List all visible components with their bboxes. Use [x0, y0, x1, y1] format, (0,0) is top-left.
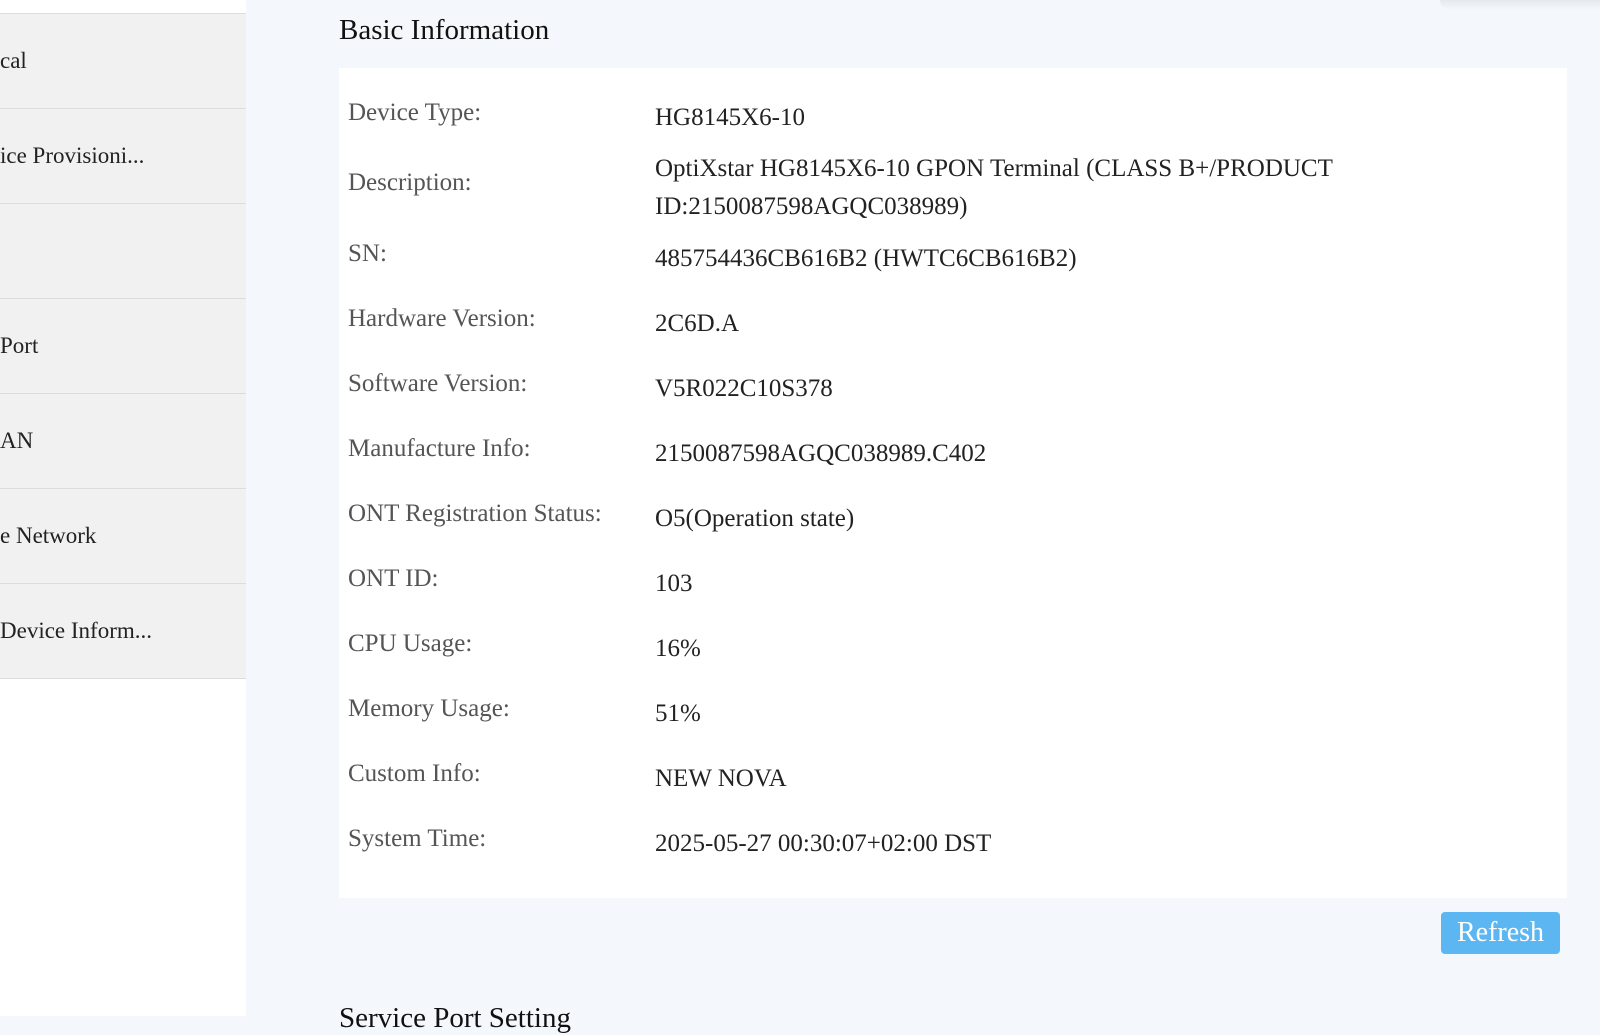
sidebar-item-blank[interactable]	[0, 204, 246, 299]
sidebar-item-label: Port	[0, 333, 39, 358]
info-label: System Time:	[348, 825, 487, 852]
info-label: Custom Info:	[348, 760, 481, 787]
info-value: HG8145X6-10	[655, 104, 805, 131]
sidebar-item-local[interactable]: cal	[0, 14, 246, 109]
sidebar-item-device-information[interactable]: Device Inform...	[0, 584, 246, 679]
info-label: ONT ID:	[348, 565, 439, 592]
refresh-button[interactable]: Refresh	[1441, 912, 1560, 954]
section-title: Basic Information	[339, 14, 550, 46]
info-label: Description:	[348, 169, 472, 196]
info-value: 51%	[655, 700, 701, 727]
info-label: CPU Usage:	[348, 630, 473, 657]
sidebar: cal ice Provisioni... Port AN e Network …	[0, 0, 246, 1016]
info-value: 16%	[655, 635, 701, 662]
info-value: V5R022C10S378	[655, 375, 833, 402]
sidebar-item-label: AN	[0, 428, 34, 453]
sidebar-menu: cal ice Provisioni... Port AN e Network …	[0, 13, 246, 679]
info-value: OptiXstar HG8145X6-10 GPON Terminal (CLA…	[655, 155, 1333, 220]
info-label: Software Version:	[348, 370, 528, 397]
info-value: 2C6D.A	[655, 310, 740, 337]
info-label: Memory Usage:	[348, 695, 510, 722]
sidebar-item-label: Device Inform...	[0, 618, 152, 643]
info-label: ONT Registration Status:	[348, 500, 602, 527]
info-label: Device Type:	[348, 99, 482, 126]
sidebar-item-service-provisioning[interactable]: ice Provisioni...	[0, 109, 246, 204]
info-label: Hardware Version:	[348, 305, 536, 332]
info-value: NEW NOVA	[655, 765, 787, 792]
sidebar-item-port[interactable]: Port	[0, 299, 246, 394]
info-value: 2150087598AGQC038989.C402	[655, 440, 987, 467]
basic-info-panel: Device Type: HG8145X6-10 Description: Op…	[339, 68, 1567, 898]
info-value: 485754436CB616B2 (HWTC6CB616B2)	[655, 245, 1077, 272]
sidebar-item-network[interactable]: e Network	[0, 489, 246, 584]
sidebar-item-wlan[interactable]: AN	[0, 394, 246, 489]
info-value: 2025-05-27 00:30:07+02:00 DST	[655, 830, 992, 857]
service-port-setting-title: Service Port Setting	[339, 1002, 571, 1034]
sidebar-item-label: e Network	[0, 523, 97, 548]
sidebar-item-label: ice Provisioni...	[0, 143, 145, 168]
info-label: SN:	[348, 240, 387, 267]
info-value: 103	[655, 570, 693, 597]
main-content: Basic Information Device Type: HG8145X6-…	[246, 0, 1600, 1034]
info-label: Manufacture Info:	[348, 435, 531, 462]
sidebar-item-label: cal	[0, 48, 27, 73]
header-shadow	[1440, 0, 1600, 10]
info-value: O5(Operation state)	[655, 505, 855, 532]
